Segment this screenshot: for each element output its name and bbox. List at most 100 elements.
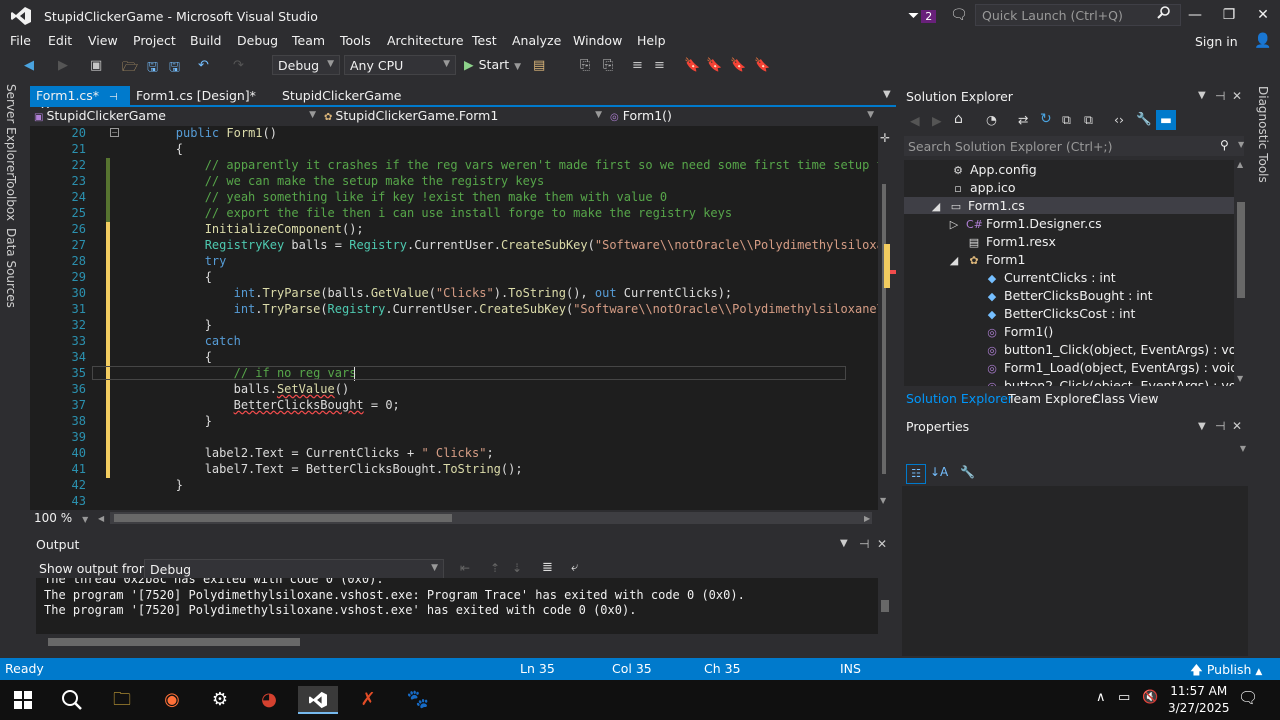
uncomment-icon[interactable]: ≡ (654, 58, 665, 73)
word-wrap-icon[interactable]: ⤶ (571, 560, 578, 575)
sync-icon[interactable]: ⇄ (1018, 112, 1028, 127)
menu-view[interactable]: View (88, 33, 118, 48)
tab-form1-design[interactable]: Form1.cs [Design]* (130, 86, 262, 106)
preview-selected-icon[interactable]: ▬ (1156, 110, 1176, 130)
close-panel-icon[interactable]: ✕ (1232, 419, 1242, 433)
settings-gear-icon[interactable]: ⚙ (205, 686, 235, 714)
prev-message-icon[interactable]: ⇡ (490, 561, 500, 575)
maximize-button[interactable]: ❐ (1214, 4, 1244, 26)
menu-file[interactable]: File (10, 33, 31, 48)
show-output-from-dropdown[interactable]: Debug ▼ (144, 559, 444, 579)
scroll-down-arrow-icon[interactable]: ▼ (1237, 374, 1243, 383)
solution-platform-dropdown[interactable]: Any CPU ▼ (344, 55, 456, 75)
quick-launch-input[interactable]: Quick Launch (Ctrl+Q) (975, 4, 1181, 26)
open-file-icon[interactable]: 🗁 (122, 58, 138, 80)
scroll-down-arrow-icon[interactable]: ▼ (880, 496, 886, 505)
code-editor[interactable]: 20 public Form1() 21 {22 // apparently it… (30, 126, 896, 510)
sign-in-link[interactable]: Sign in (1195, 34, 1238, 49)
solution-explorer-search-input[interactable]: Search Solution Explorer (Ctrl+;) (904, 136, 1244, 156)
properties-object-dropdown[interactable]: ▼ (904, 440, 1248, 460)
tab-diagnostic-tools[interactable]: Diagnostic Tools (1256, 86, 1270, 183)
browse-icon[interactable]: ▤ (533, 58, 545, 73)
tab-form1-cs[interactable]: Form1.cs* ⊣ ✕ (30, 86, 130, 118)
start-button[interactable]: ▶ Start ▼ (464, 57, 521, 72)
collapsed-arrow-icon[interactable]: ▷ (946, 218, 962, 231)
output-horizontal-scrollbar[interactable] (48, 638, 300, 646)
forward-icon[interactable]: ▶ (932, 113, 942, 128)
tab-server-explorer[interactable]: Server Explorer (4, 84, 18, 177)
tab-data-sources[interactable]: Data Sources (4, 228, 18, 308)
prev-bookmark-icon[interactable]: 🔖 (706, 58, 722, 73)
property-pages-wrench-icon[interactable]: 🔧 (960, 465, 975, 479)
scroll-up-arrow-icon[interactable]: ▲ (1237, 160, 1243, 169)
tree-item-field[interactable]: ◆ CurrentClicks : int (984, 270, 1116, 285)
menu-analyze[interactable]: Analyze (512, 33, 561, 48)
file-explorer-icon[interactable]: 🗀 (107, 686, 137, 714)
show-hidden-icons-icon[interactable]: ∧ (1096, 690, 1106, 705)
editor-horizontal-scrollbar[interactable] (110, 512, 872, 524)
member-navigation-dropdown[interactable]: ◎ Form1() ▼ (610, 108, 878, 126)
tree-item-field[interactable]: ◆ BetterClicksCost : int (984, 306, 1136, 321)
gimp-icon[interactable]: 🐾 (403, 686, 433, 714)
pin-icon[interactable]: ⊣ (1215, 419, 1225, 433)
chevron-down-icon[interactable]: ▼ (883, 89, 891, 100)
editor-vertical-scrollbar[interactable] (878, 126, 896, 510)
back-icon[interactable]: ◀ (910, 113, 920, 128)
menu-tools[interactable]: Tools (340, 33, 371, 48)
refresh-icon[interactable]: ↻ (1040, 111, 1052, 127)
show-all-files-icon[interactable]: ⧉ (1084, 112, 1093, 128)
tree-item-method[interactable]: ◎ button1_Click(object, EventArgs) : void (984, 342, 1248, 357)
menu-build[interactable]: Build (190, 33, 221, 48)
save-icon[interactable]: 🖫 (147, 58, 158, 80)
menu-project[interactable]: Project (133, 33, 176, 48)
scroll-right-arrow-icon[interactable]: ▶ (864, 514, 870, 523)
window-position-dropdown-icon[interactable]: ▼ (1198, 90, 1206, 101)
find-message-icon[interactable]: ⇤ (460, 561, 470, 575)
tree-item-form1-resx[interactable]: ▤ Form1.resx (966, 234, 1056, 249)
chevron-down-icon[interactable]: ▼ (1238, 140, 1244, 149)
window-position-dropdown-icon[interactable]: ▼ (840, 538, 848, 549)
solution-tree-scrollbar[interactable]: ▲ ▼ (1234, 160, 1248, 386)
tab-toolbox[interactable]: Toolbox (4, 176, 18, 221)
network-icon[interactable]: ▭ (1118, 690, 1130, 705)
menu-help[interactable]: Help (637, 33, 666, 48)
collapse-all-icon[interactable]: ⧉ (1062, 112, 1071, 128)
type-navigation-dropdown[interactable]: ✿ StupidClickerGame.Form1 ▼ (324, 108, 606, 126)
clear-all-icon[interactable]: ≣ (542, 560, 553, 575)
tree-item-app-config[interactable]: ⚙ App.config (950, 162, 1037, 177)
tab-solution-explorer[interactable]: Solution Explorer (906, 391, 1013, 406)
account-icon[interactable]: 👤 (1254, 33, 1271, 49)
menu-architecture[interactable]: Architecture (387, 33, 464, 48)
close-panel-icon[interactable]: ✕ (1232, 89, 1242, 103)
zoom-level-dropdown[interactable]: 100 % ▼ (34, 511, 88, 525)
tree-item-app-ico[interactable]: ▫ app.ico (950, 180, 1015, 195)
menu-debug[interactable]: Debug (237, 33, 278, 48)
format-icon[interactable]: ⎘ (603, 58, 613, 73)
collapse-region-icon[interactable]: − (110, 128, 119, 137)
output-vertical-scrollbar[interactable] (878, 580, 892, 636)
publish-button[interactable]: 🡅 Publish ▲ (1190, 661, 1262, 682)
tree-item-form1-cs[interactable]: ◢ ▭ Form1.cs (928, 198, 1025, 213)
bookmark-icon[interactable]: 🔖 (684, 58, 700, 73)
redo-icon[interactable]: ↷ (233, 58, 244, 73)
tree-item-method-clipped[interactable]: ◎ button2_Click(object, EventArgs) : void (984, 377, 1234, 386)
app-x-icon[interactable]: ✗ (353, 686, 383, 714)
minimize-button[interactable]: — (1180, 4, 1210, 26)
new-project-icon[interactable]: ▣ (90, 58, 102, 73)
visual-studio-taskbar-icon[interactable] (298, 686, 338, 714)
menu-team[interactable]: Team (292, 33, 325, 48)
project-navigation-dropdown[interactable]: ▣ StupidClickerGame ▼ (34, 108, 320, 126)
taskbar-clock[interactable]: 11:57 AM 3/27/2025 (1168, 683, 1230, 717)
expanded-arrow-icon[interactable]: ◢ (946, 254, 962, 267)
menu-edit[interactable]: Edit (48, 33, 72, 48)
tab-stupidclickergame[interactable]: StupidClickerGame (276, 86, 407, 106)
properties-wrench-icon[interactable]: 🔧 (1136, 111, 1152, 127)
split-editor-icon[interactable]: ✛ (880, 131, 890, 145)
feedback-icon[interactable]: 🗨 (950, 7, 968, 23)
navigate-forward-icon[interactable]: ▶ (58, 58, 68, 73)
pin-icon[interactable]: ⊣ (109, 92, 118, 103)
categorized-icon[interactable]: ☷ (906, 464, 926, 484)
next-message-icon[interactable]: ⇣ (512, 561, 522, 575)
next-bookmark-icon[interactable]: 🔖 (730, 58, 746, 73)
close-output-icon[interactable]: ✕ (877, 537, 887, 551)
